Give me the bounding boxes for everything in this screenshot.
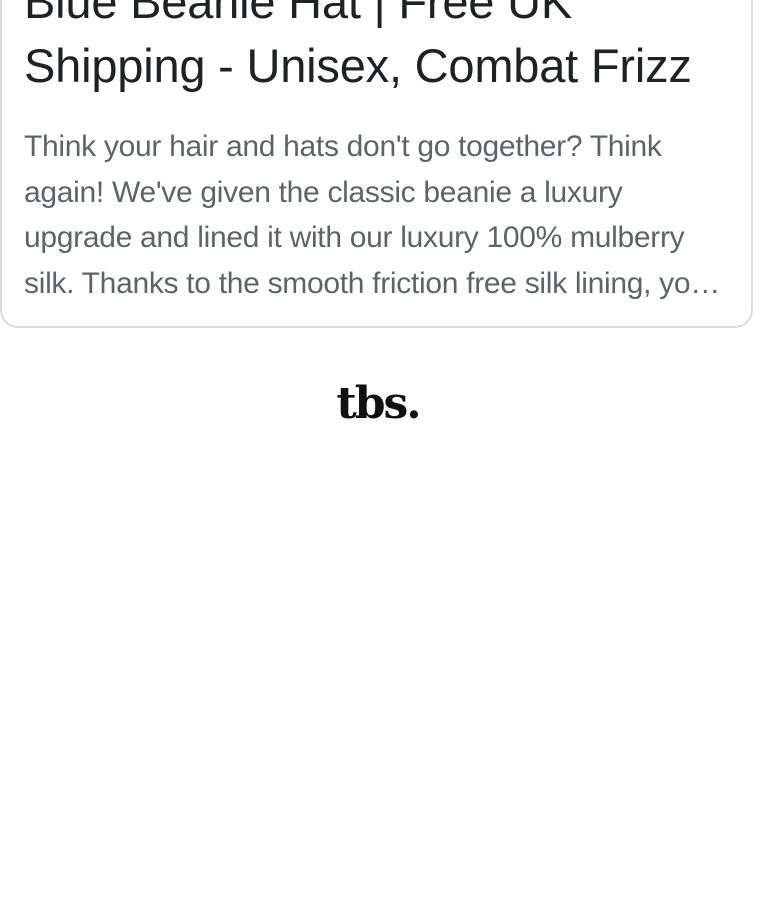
result-title-link[interactable]: Blue Beanie Hat | Free UK Shipping - Uni… (24, 0, 724, 98)
brand-logo: tbs. (336, 378, 421, 429)
search-result-card[interactable]: Blue Beanie Hat | Free UK Shipping - Uni… (0, 0, 753, 328)
result-snippet: Think your hair and hats don't go togeth… (24, 130, 717, 300)
